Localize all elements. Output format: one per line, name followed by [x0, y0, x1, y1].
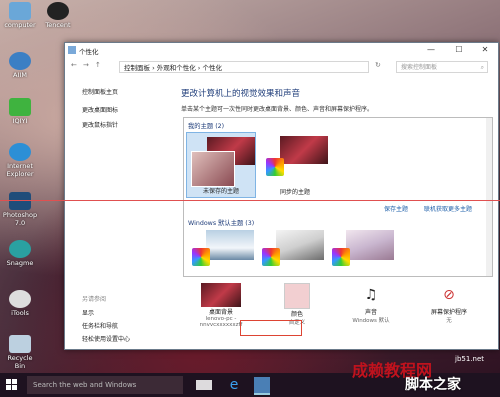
- desktop-icon-photoshop[interactable]: Photoshop 7.0: [2, 192, 38, 227]
- watermark-text: jb51.net: [455, 355, 485, 363]
- setting-label: 桌面背景: [208, 309, 233, 316]
- desktop-icon-ie[interactable]: Internet Explorer: [2, 143, 38, 178]
- theme-label: 未保存的主题: [202, 188, 239, 195]
- window-title: 个性化: [79, 48, 99, 56]
- desktop-icon-label: computer: [4, 21, 36, 29]
- taskbar-search-input[interactable]: Search the web and Windows: [27, 376, 183, 394]
- taskbar-search-placeholder: Search the web and Windows: [33, 381, 137, 389]
- link-display[interactable]: 显示: [82, 308, 94, 317]
- task-view-icon[interactable]: [196, 380, 212, 390]
- desktop-icon-label: Photoshop 7.0: [2, 211, 38, 227]
- annotation-line: [0, 200, 500, 201]
- desktop-icon-tencent[interactable]: Tencent: [40, 2, 76, 29]
- windows-start-icon[interactable]: [6, 379, 18, 391]
- link-change-mouse-pointer[interactable]: 更改鼠标指针: [82, 120, 118, 129]
- computer-icon: [9, 2, 31, 20]
- search-input[interactable]: 搜索控制面板 ⌕: [396, 61, 488, 73]
- link-change-desktop-icons[interactable]: 更改桌面图标: [82, 105, 118, 114]
- color-swatch-icon: [266, 158, 284, 176]
- desktop-icon-label: iTools: [11, 309, 29, 317]
- setting-label: 声音: [364, 309, 377, 316]
- theme-wallpaper-preview: [346, 230, 394, 260]
- watermark-text: 脚本之家: [405, 377, 461, 393]
- refresh-icon[interactable]: ↻: [375, 61, 381, 69]
- theme-tile-windows[interactable]: [190, 230, 254, 276]
- left-pane: 控制面板主页 更改桌面图标 更改鼠标指针 另请参阅 显示 任务栏和导航 轻松使用…: [65, 77, 175, 349]
- page-title: 更改计算机上的视觉效果和声音: [181, 89, 301, 99]
- recycle-bin-icon: [9, 335, 31, 353]
- theme-settings-bar: 桌面背景 lenovo-pc - nnvvcxxxxxxzff 颜色 自定义 ♫…: [175, 283, 498, 349]
- sound-callout-box: [240, 320, 302, 336]
- windows-themes-heading: Windows 默认主题 (3): [188, 220, 255, 227]
- screen-saver-icon: ⊘: [443, 287, 455, 303]
- theme-tile-synced[interactable]: 同步的主题: [260, 132, 330, 198]
- theme-tile-lines-colors[interactable]: [260, 230, 324, 276]
- desktop-icon-label: Internet Explorer: [6, 162, 34, 178]
- theme-wallpaper-preview: [276, 230, 324, 260]
- desktop-icon-label: Tencent: [45, 21, 71, 29]
- back-arrow-icon[interactable]: ←: [71, 61, 77, 69]
- itools-icon: [9, 290, 31, 308]
- themes-scrollbar[interactable]: [486, 118, 492, 276]
- screen-saver-button[interactable]: ⊘ 屏幕保护程序 无: [419, 283, 479, 324]
- ie-taskbar-icon[interactable]: e: [226, 377, 242, 393]
- aiim-icon: [9, 52, 31, 70]
- close-button[interactable]: ✕: [476, 44, 494, 56]
- desktop-icon-snagme[interactable]: Snagme: [2, 240, 38, 267]
- save-theme-link[interactable]: 保存主题: [384, 204, 408, 213]
- link-taskbar-navigation[interactable]: 任务栏和导航: [82, 321, 118, 330]
- sound-notes-icon: ♫: [364, 287, 378, 303]
- setting-value: Windows 默认: [352, 318, 390, 324]
- desktop-background-thumbnail: [201, 283, 241, 307]
- personalization-window: 个性化 — ☐ ✕ ← → ↑ 控制面板 › 外观和个性化 › 个性化 ↻ 搜索…: [64, 42, 499, 350]
- theme-tile-unsaved[interactable]: 未保存的主题: [186, 132, 256, 198]
- desktop-icon-computer[interactable]: computer: [2, 2, 38, 29]
- page-description: 单击某个主题可一次性同时更改桌面背景、颜色、声音和屏幕保护程序。: [181, 106, 374, 113]
- desktop-icon-label: IQIYI: [12, 117, 28, 125]
- desktop-icon-iqiyi[interactable]: IQIYI: [2, 98, 38, 125]
- control-panel-taskbar-icon[interactable]: [254, 377, 270, 395]
- qq-penguin-icon: [47, 2, 69, 20]
- internet-explorer-icon: [9, 143, 31, 161]
- breadcrumb-text: 控制面板 › 外观和个性化 › 个性化: [124, 64, 222, 72]
- forward-arrow-icon[interactable]: →: [83, 61, 89, 69]
- setting-label: 屏幕保护程序: [430, 309, 467, 316]
- get-more-themes-link[interactable]: 联机获取更多主题: [424, 204, 472, 213]
- snagme-icon: [9, 240, 31, 258]
- desktop-icon-label: Snagme: [6, 259, 34, 267]
- desktop-icon-label: Recycle Bin: [7, 354, 33, 370]
- see-also-heading: 另请参阅: [82, 296, 107, 303]
- theme-tile-flowers[interactable]: [330, 230, 394, 276]
- address-bar: ← → ↑ 控制面板 › 外观和个性化 › 个性化 ↻ 搜索控制面板 ⌕: [65, 59, 498, 75]
- desktop-icon-label: AIIM: [13, 71, 27, 79]
- color-swatch-icon: [284, 283, 310, 309]
- setting-value: 无: [446, 318, 452, 324]
- desktop-icon-itools[interactable]: iTools: [2, 290, 38, 317]
- maximize-button[interactable]: ☐: [450, 44, 468, 56]
- up-arrow-icon[interactable]: ↑: [95, 61, 101, 69]
- color-swatch-icon: [332, 248, 350, 266]
- link-ease-of-access[interactable]: 轻松使用设置中心: [82, 334, 130, 343]
- search-icon: ⌕: [480, 64, 484, 71]
- search-placeholder: 搜索控制面板: [401, 64, 438, 71]
- breadcrumb[interactable]: 控制面板 › 外观和个性化 › 个性化: [119, 61, 369, 73]
- theme-label: 同步的主题: [279, 189, 310, 196]
- sounds-button[interactable]: ♫ 声音 Windows 默认: [341, 283, 401, 324]
- theme-wallpaper-preview: [280, 136, 328, 164]
- themes-list: 我的主题 (2) 未保存的主题 同步的主题 保存主题 联机获取更多主题 Wind…: [183, 117, 493, 277]
- minimize-button[interactable]: —: [422, 44, 440, 56]
- personalization-icon: [68, 46, 76, 54]
- title-bar[interactable]: 个性化 — ☐ ✕: [65, 43, 498, 57]
- color-swatch-icon: [262, 248, 280, 266]
- theme-window-preview: [191, 151, 235, 187]
- photoshop-icon: [9, 192, 31, 210]
- desktop-icon-recycle-bin[interactable]: Recycle Bin: [2, 335, 38, 370]
- theme-wallpaper-preview: [206, 230, 254, 260]
- link-control-panel-home[interactable]: 控制面板主页: [82, 87, 118, 96]
- desktop-icon-aiim[interactable]: AIIM: [2, 52, 38, 79]
- color-swatch-icon: [192, 248, 210, 266]
- my-themes-heading: 我的主题 (2): [188, 123, 225, 130]
- iqiyi-icon: [9, 98, 31, 116]
- setting-label: 颜色: [290, 311, 303, 318]
